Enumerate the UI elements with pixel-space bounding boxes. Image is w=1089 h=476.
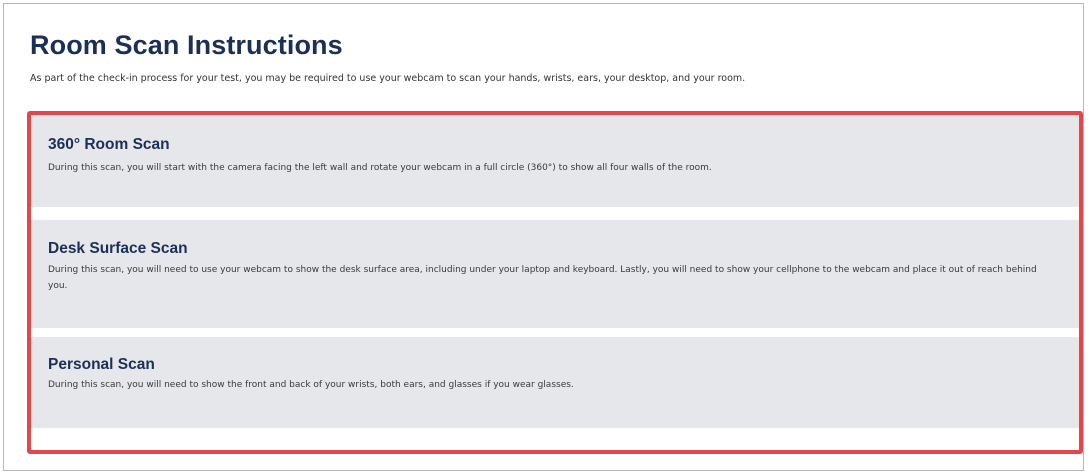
intro-text: As part of the check-in process for your… bbox=[30, 73, 746, 84]
section-heading: Personal Scan bbox=[48, 356, 155, 373]
scan-sections-highlight: 360° Room Scan During this scan, you wil… bbox=[27, 111, 1083, 454]
section-heading: 360° Room Scan bbox=[48, 136, 170, 153]
section-description: During this scan, you will need to use y… bbox=[48, 265, 1037, 291]
section-heading: Desk Surface Scan bbox=[48, 240, 188, 257]
section-room-scan: 360° Room Scan During this scan, you wil… bbox=[31, 115, 1079, 207]
page-title: Room Scan Instructions bbox=[30, 30, 343, 60]
section-description: During this scan, you will need to show … bbox=[48, 380, 574, 390]
section-description: During this scan, you will start with th… bbox=[48, 163, 712, 173]
section-desk-surface-scan: Desk Surface Scan During this scan, you … bbox=[31, 220, 1079, 328]
section-personal-scan: Personal Scan During this scan, you will… bbox=[31, 337, 1079, 428]
